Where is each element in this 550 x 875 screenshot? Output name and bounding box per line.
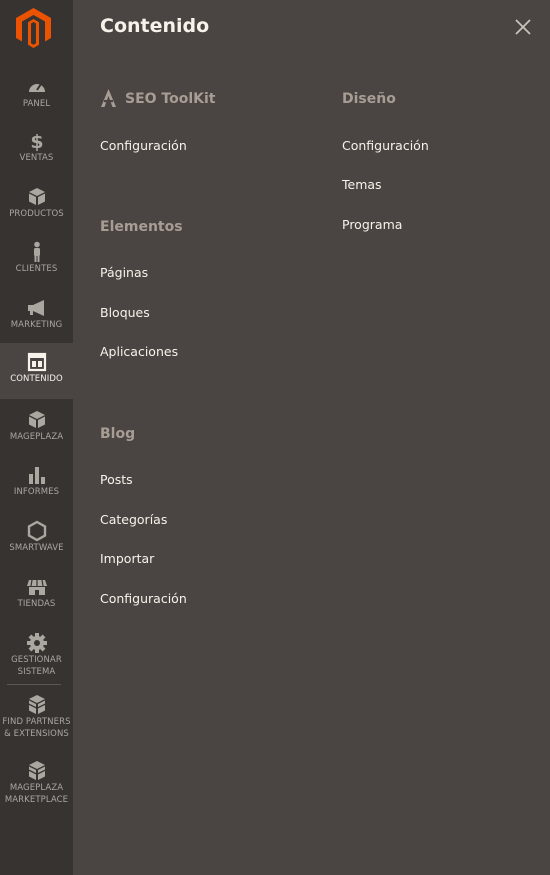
section-title-diseno: Diseño bbox=[342, 91, 396, 107]
nav-label: INFORMES bbox=[13, 487, 60, 497]
dollar-icon: $ bbox=[30, 131, 43, 152]
nav-label: FIND PARTNERS & EXTENSIONS bbox=[2, 717, 71, 739]
store-icon bbox=[26, 579, 47, 595]
nav-item-productos[interactable]: PRODUCTOS bbox=[0, 186, 73, 242]
megaphone-icon bbox=[27, 300, 44, 316]
nav-item-ventas[interactable]: $ VENTAS bbox=[0, 130, 73, 186]
section-title-blog: Blog bbox=[100, 426, 136, 442]
link-programa[interactable]: Programa bbox=[342, 217, 402, 232]
magento-logo-icon[interactable] bbox=[16, 8, 51, 48]
nav-item-panel[interactable]: PANEL bbox=[0, 76, 73, 132]
section-title-seo-toolkit: SEO ToolKit bbox=[125, 91, 216, 107]
link-paginas[interactable]: Páginas bbox=[100, 265, 148, 280]
nav-item-informes[interactable]: INFORMES bbox=[0, 464, 73, 520]
link-posts[interactable]: Posts bbox=[100, 472, 133, 487]
admin-sidebar: PANEL $ VENTAS PRODUCTOS CLIENTES MARKET bbox=[0, 0, 73, 875]
person-icon bbox=[33, 241, 40, 262]
layout-icon bbox=[27, 352, 46, 372]
bar-chart-icon bbox=[28, 467, 45, 484]
nav-item-clientes[interactable]: CLIENTES bbox=[0, 241, 73, 297]
close-icon[interactable] bbox=[512, 16, 534, 38]
blocks-icon bbox=[28, 695, 45, 714]
nav-label: PRODUCTOS bbox=[9, 209, 64, 219]
nav-label: MAGEPLAZA MARKETPLACE bbox=[4, 783, 69, 805]
link-aplicaciones[interactable]: Aplicaciones bbox=[100, 344, 178, 359]
nav-item-smartwave[interactable]: SMARTWAVE bbox=[0, 520, 73, 576]
hexagon-icon bbox=[27, 520, 46, 542]
nav-label: GESTIONAR SISTEMA bbox=[11, 655, 62, 677]
cube-icon bbox=[28, 411, 45, 428]
nav-label: MAGEPLAZA bbox=[9, 432, 64, 442]
panel-title: Contenido bbox=[100, 15, 210, 37]
nav-item-tiendas[interactable]: TIENDAS bbox=[0, 576, 73, 632]
nav-item-mageplaza[interactable]: MAGEPLAZA bbox=[0, 409, 73, 465]
box-icon bbox=[28, 188, 45, 205]
seo-toolkit-icon bbox=[101, 89, 116, 107]
link-diseno-configuracion[interactable]: Configuración bbox=[342, 138, 429, 153]
link-blog-configuracion[interactable]: Configuración bbox=[100, 591, 187, 606]
nav-label: MARKETING bbox=[10, 320, 63, 330]
nav-item-gestionar-sistema[interactable]: GESTIONAR SISTEMA bbox=[0, 632, 73, 688]
nav-label: PANEL bbox=[22, 99, 51, 109]
svg-text:$: $ bbox=[30, 131, 43, 152]
nav-item-mageplaza-marketplace[interactable]: MAGEPLAZA MARKETPLACE bbox=[0, 760, 73, 816]
nav-label: CONTENIDO bbox=[10, 374, 63, 384]
link-importar[interactable]: Importar bbox=[100, 551, 154, 566]
link-bloques[interactable]: Bloques bbox=[100, 305, 150, 320]
nav-label: TIENDAS bbox=[17, 599, 56, 609]
link-temas[interactable]: Temas bbox=[342, 177, 382, 192]
nav-divider bbox=[7, 684, 61, 685]
nav-label: VENTAS bbox=[19, 153, 54, 163]
nav-label: CLIENTES bbox=[15, 264, 58, 274]
link-seo-configuracion[interactable]: Configuración bbox=[100, 138, 187, 153]
nav-item-contenido[interactable]: CONTENIDO bbox=[0, 343, 73, 399]
nav-label: SMARTWAVE bbox=[9, 543, 64, 553]
link-categorias[interactable]: Categorías bbox=[100, 512, 167, 527]
gear-icon bbox=[26, 633, 47, 653]
dashboard-icon bbox=[28, 83, 45, 92]
nav-item-find-partners[interactable]: FIND PARTNERS & EXTENSIONS bbox=[0, 694, 73, 750]
section-title-elementos: Elementos bbox=[100, 219, 183, 235]
blocks-icon bbox=[28, 761, 45, 780]
